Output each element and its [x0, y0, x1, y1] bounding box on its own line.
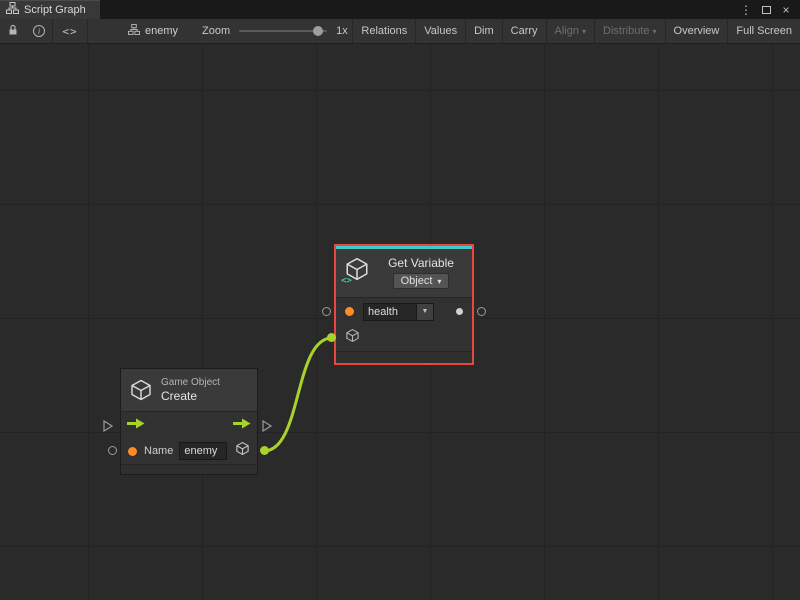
- zoom-value: 1x: [336, 25, 348, 37]
- node-category: Game Object: [161, 377, 220, 389]
- value-output-port[interactable]: [456, 308, 463, 315]
- button-label: Dim: [474, 25, 494, 37]
- fullscreen-button[interactable]: Full Screen: [727, 19, 800, 43]
- getvariable-right-port[interactable]: [477, 307, 486, 316]
- create-output-port-connected[interactable]: [260, 446, 269, 455]
- button-label: Full Screen: [736, 25, 792, 37]
- getvariable-input-port-connected[interactable]: [327, 333, 336, 342]
- toolbar: i <> enemy Zoom 1x: [0, 19, 800, 44]
- variable-scope-dropdown[interactable]: Object ▾: [393, 273, 450, 289]
- code-overlay-icon: <>: [341, 276, 352, 286]
- node-get-variable[interactable]: <> Get Variable Object ▾ ▼: [334, 244, 474, 365]
- button-label: Distribute: [603, 25, 649, 37]
- overview-button[interactable]: Overview: [665, 19, 728, 43]
- button-label: Relations: [361, 25, 407, 37]
- zoom-label: Zoom: [202, 25, 230, 37]
- chevron-down-icon: ▾: [582, 27, 586, 36]
- flow-out-arrow-icon[interactable]: [233, 416, 251, 434]
- flow-row: [121, 412, 257, 438]
- zoom-control: Zoom 1x: [202, 19, 348, 43]
- tab-script-graph[interactable]: Script Graph: [0, 0, 100, 19]
- name-input-port[interactable]: [345, 307, 354, 316]
- distribute-button: Distribute ▾: [594, 19, 664, 43]
- create-flow-in-port[interactable]: [103, 419, 113, 437]
- object-variable-icon: <>: [344, 256, 370, 282]
- button-label: Carry: [511, 25, 538, 37]
- lock-icon: [7, 24, 19, 39]
- node-header[interactable]: Game Object Create: [121, 369, 257, 411]
- gameobject-port-icon[interactable]: [345, 328, 360, 348]
- zoom-slider-handle[interactable]: [313, 26, 323, 36]
- create-name-left-port[interactable]: [108, 446, 117, 455]
- name-value-input[interactable]: [179, 442, 227, 460]
- variable-name-row: ▼: [336, 298, 472, 325]
- align-button: Align ▾: [546, 19, 594, 43]
- lock-button[interactable]: [0, 19, 26, 43]
- menu-icon[interactable]: ⋮: [738, 2, 754, 18]
- node-create-game-object[interactable]: Game Object Create: [120, 368, 258, 475]
- gameobject-icon: [129, 378, 153, 402]
- gameobject-output-icon[interactable]: [235, 441, 250, 461]
- button-label: Overview: [674, 25, 720, 37]
- create-flow-out-port[interactable]: [262, 419, 272, 437]
- name-port-label: Name: [144, 445, 173, 457]
- variable-name-input[interactable]: [363, 303, 417, 321]
- close-icon[interactable]: ×: [778, 2, 794, 18]
- node-header[interactable]: <> Get Variable Object ▾: [336, 249, 472, 297]
- chevron-down-icon: ▼: [422, 308, 429, 315]
- info-button[interactable]: i: [26, 19, 52, 43]
- carry-button[interactable]: Carry: [502, 19, 546, 43]
- zoom-slider[interactable]: [239, 30, 327, 32]
- toolbar-buttons: Relations Values Dim Carry Align ▾ Distr…: [352, 19, 800, 43]
- flow-in-arrow-icon[interactable]: [127, 416, 145, 434]
- graph-canvas[interactable]: <> Get Variable Object ▾ ▼: [0, 44, 800, 600]
- object-input-row: [336, 325, 472, 351]
- button-label: Values: [424, 25, 457, 37]
- values-button[interactable]: Values: [415, 19, 465, 43]
- scope-value: Object: [401, 275, 433, 287]
- node-title: Get Variable: [388, 256, 454, 270]
- graph-name-display: enemy: [128, 19, 178, 43]
- node-footer: [336, 351, 472, 363]
- chevron-down-icon: ▾: [653, 27, 657, 36]
- button-label: Align: [555, 25, 579, 37]
- node-footer: [121, 464, 257, 474]
- edit-graph-button[interactable]: <>: [53, 19, 87, 43]
- script-graph-icon: [6, 1, 19, 19]
- window-controls: ⋮ ×: [738, 0, 800, 19]
- name-input-port[interactable]: [128, 447, 137, 456]
- toolbar-separator: [87, 19, 88, 43]
- variable-name-dropdown[interactable]: ▼: [417, 303, 434, 321]
- info-icon: i: [33, 25, 45, 37]
- graph-name: enemy: [145, 25, 178, 37]
- graph-asset-icon: [128, 24, 140, 38]
- node-title: Create: [161, 389, 197, 403]
- dim-button[interactable]: Dim: [465, 19, 502, 43]
- title-bar: Script Graph ⋮ ×: [0, 0, 800, 19]
- name-row: Name: [121, 438, 257, 464]
- tab-title: Script Graph: [24, 4, 86, 16]
- getvariable-left-port[interactable]: [322, 307, 331, 316]
- relations-button[interactable]: Relations: [352, 19, 415, 43]
- chevron-down-icon: ▾: [437, 277, 441, 286]
- code-icon: <>: [62, 25, 77, 38]
- maximize-icon[interactable]: [758, 2, 774, 18]
- script-graph-window: Script Graph ⋮ × i <>: [0, 0, 800, 600]
